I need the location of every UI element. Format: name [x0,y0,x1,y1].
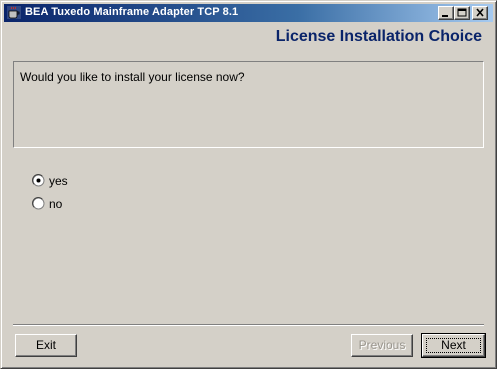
prompt-text: Would you like to install your license n… [20,70,245,84]
java-cup-icon [7,6,21,19]
radio-option-yes[interactable]: yes [32,173,112,189]
maximize-icon [457,8,467,17]
maximize-button[interactable] [454,6,470,20]
radio-label-yes[interactable]: yes [49,174,68,188]
window-title: BEA Tuxedo Mainframe Adapter TCP 8.1 [25,6,239,18]
title-bar[interactable]: BEA Tuxedo Mainframe Adapter TCP 8.1 [4,4,493,22]
previous-button[interactable]: Previous [351,334,413,357]
next-button-label: Next [441,338,466,352]
radio-label-no[interactable]: no [49,197,62,211]
installer-window: BEA Tuxedo Mainframe Adapter TCP 8.1 Lic… [0,0,497,369]
exit-button[interactable]: Exit [15,334,77,357]
radio-selected-icon[interactable] [32,174,45,187]
message-panel: Would you like to install your license n… [13,61,484,148]
minimize-button[interactable] [438,6,454,20]
minimize-icon [442,15,448,17]
radio-unselected-icon[interactable] [32,197,45,210]
next-button[interactable]: Next [421,333,486,358]
close-button[interactable] [472,6,488,20]
radio-option-no[interactable]: no [32,196,112,212]
button-separator [13,324,484,326]
page-title: License Installation Choice [275,28,482,45]
close-icon [476,8,484,17]
